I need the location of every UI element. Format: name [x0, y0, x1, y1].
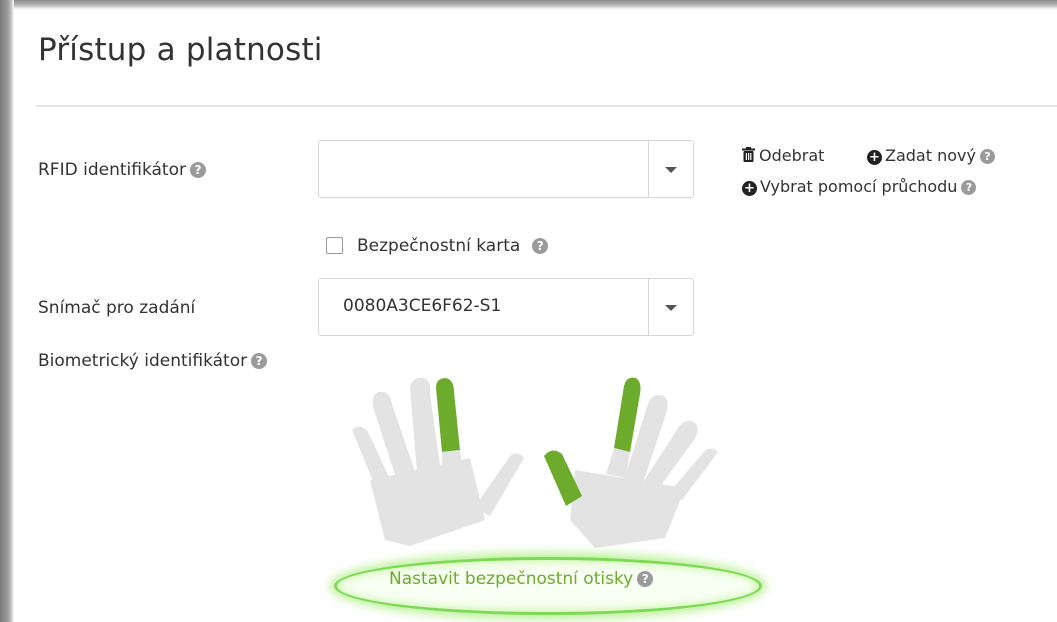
rfid-dropdown-toggle[interactable] — [648, 141, 693, 197]
security-card-checkbox[interactable] — [326, 237, 343, 254]
left-index-base — [442, 450, 464, 480]
reader-dropdown-toggle[interactable] — [648, 279, 693, 335]
rfid-label-group: RFID identifikátor? — [38, 160, 206, 180]
plus-circle-icon: + — [867, 150, 882, 165]
caret-down-icon — [665, 305, 677, 311]
add-new-help-icon[interactable]: ? — [979, 149, 995, 164]
trash-icon — [742, 147, 755, 162]
right-palm — [570, 470, 685, 548]
reader-select[interactable]: 0080A3CE6F62-S1 — [318, 278, 694, 336]
rfid-select-by-passage-action[interactable]: + Vybrat pomocí průchodu? — [742, 177, 977, 196]
rfid-label: RFID identifikátor — [38, 160, 186, 180]
hands-fingerprint-selector — [352, 377, 718, 548]
rfid-help-icon[interactable]: ? — [189, 162, 206, 178]
reader-select-value: 0080A3CE6F62-S1 — [343, 296, 502, 316]
section-title: Přístup a platnosti — [38, 32, 323, 68]
security-card-label: Bezpečnostní karta — [357, 236, 521, 256]
fingerprint-link-label: Nastavit bezpečnostní otisky — [389, 569, 634, 589]
rfid-select[interactable] — [318, 140, 694, 198]
window-left-shadow — [0, 0, 14, 622]
window-top-shadow — [0, 0, 1057, 10]
rfid-remove-action[interactable]: Odebrat — [742, 146, 824, 165]
rfid-select-by-passage-label: Vybrat pomocí průchodu — [760, 177, 958, 196]
biometric-label-group: Biometrický identifikátor? — [38, 351, 268, 371]
reader-label: Snímač pro zadání — [38, 298, 196, 318]
rfid-add-new-action[interactable]: + Zadat nový? — [867, 146, 995, 165]
rfid-remove-label: Odebrat — [759, 146, 825, 165]
security-card-help-icon[interactable]: ? — [532, 238, 549, 254]
biometric-label: Biometrický identifikátor — [38, 351, 248, 371]
left-index-finger — [436, 378, 460, 452]
left-hand — [352, 377, 524, 546]
caret-down-icon — [665, 167, 677, 173]
security-card-label-group: Bezpečnostní karta? — [357, 236, 549, 256]
set-security-fingerprints-link[interactable]: Nastavit bezpečnostní otisky? — [389, 569, 654, 589]
left-thumb — [474, 453, 524, 516]
title-divider — [36, 105, 1057, 107]
select-by-passage-help-icon[interactable]: ? — [961, 180, 977, 195]
right-hand — [544, 377, 718, 548]
plus-circle-icon: + — [742, 181, 757, 196]
fingerprint-help-icon[interactable]: ? — [637, 571, 654, 587]
rfid-add-new-label: Zadat nový — [885, 146, 976, 165]
biometric-help-icon[interactable]: ? — [251, 353, 268, 369]
